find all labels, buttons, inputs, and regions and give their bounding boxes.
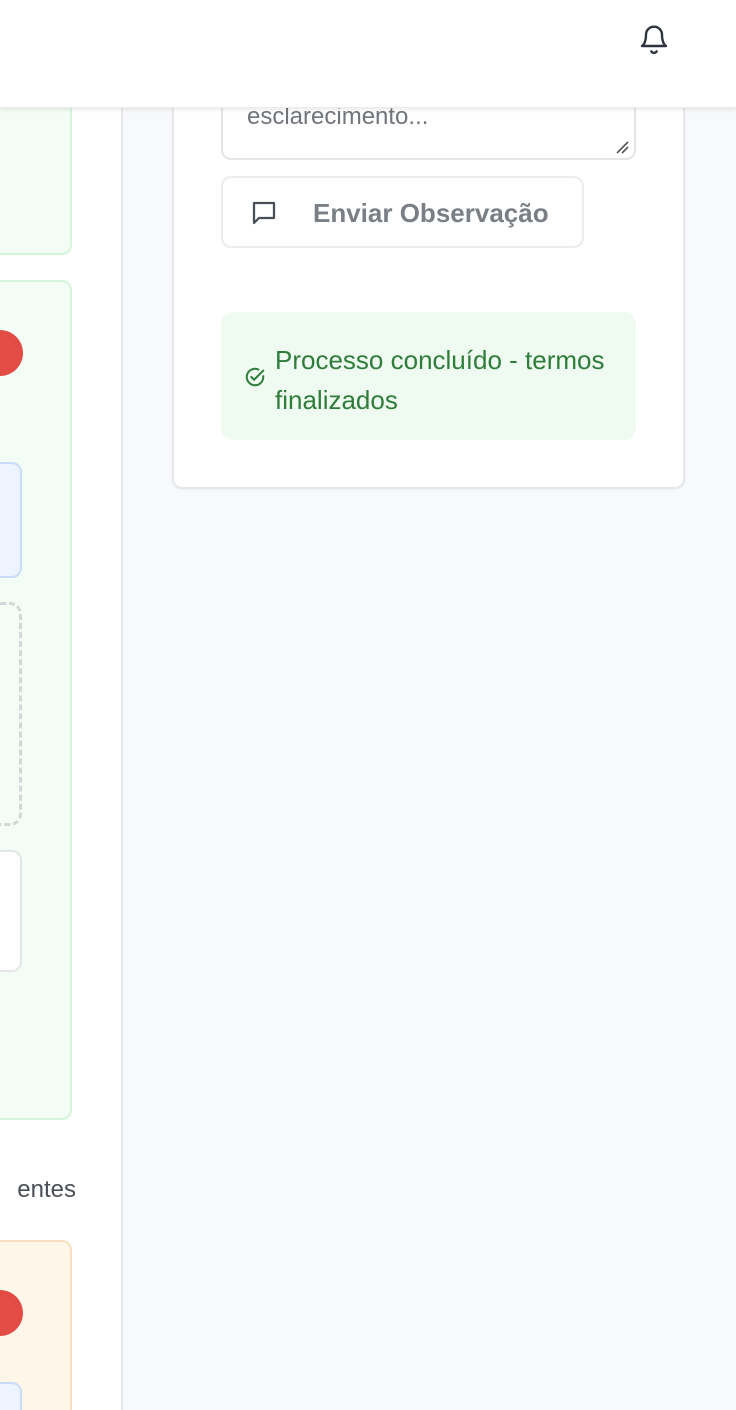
- top-header: [0, 0, 736, 108]
- column-divider: [121, 0, 123, 1410]
- send-observation-button[interactable]: Enviar Observação: [221, 176, 584, 248]
- section-heading: entes: [17, 1176, 76, 1203]
- upload-dropzone[interactable]: [0, 602, 22, 826]
- document-item[interactable]: [0, 850, 22, 972]
- main-content-column: entes: [0, 0, 122, 1410]
- send-observation-label: Enviar Observação: [313, 198, 549, 228]
- process-status-banner: Processo concluído - termos finalizados: [221, 312, 636, 440]
- message-square-icon: [252, 201, 276, 225]
- info-box: [0, 1382, 22, 1410]
- page: entes esclarecimento... Enviar Observaçã…: [0, 0, 736, 1410]
- bell-icon[interactable]: [638, 22, 670, 58]
- info-box: [0, 462, 22, 578]
- process-status-text: Processo concluído - termos finalizados: [275, 345, 605, 415]
- check-circle-icon: [245, 367, 265, 387]
- resize-grip-icon[interactable]: [615, 140, 629, 154]
